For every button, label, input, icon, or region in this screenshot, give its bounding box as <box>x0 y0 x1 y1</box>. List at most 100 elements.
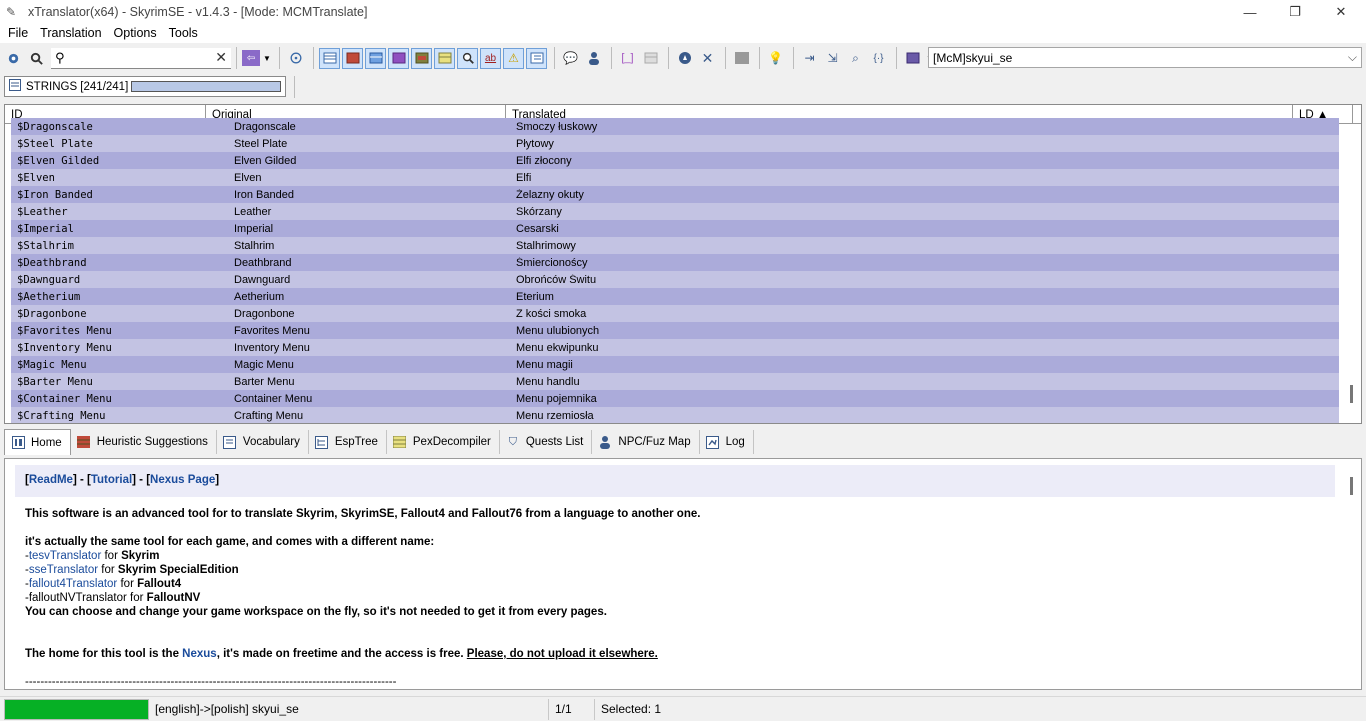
cell-translated: Smoczy łuskowy <box>516 120 598 133</box>
window-title: xTranslator(x64) - SkyrimSE - v1.4.3 - [… <box>28 5 368 19</box>
nexus-link[interactable]: Nexus <box>182 648 217 660</box>
brackets-icon[interactable]: [_] <box>617 48 638 69</box>
export-icon[interactable]: ⇥ <box>799 48 820 69</box>
table-row[interactable]: $Stalhrim Stalhrim Stalhrimowy <box>11 237 1339 254</box>
tab-log[interactable]: Log <box>700 430 754 454</box>
navigate-back-icon[interactable]: ⇦ <box>242 50 260 66</box>
tab-pexdecompiler[interactable]: PexDecompiler <box>387 430 500 454</box>
file-select-combo[interactable]: [McM]skyui_se ⌵ <box>928 47 1362 68</box>
chevron-down-icon[interactable]: ▼ <box>262 48 272 69</box>
tutorial-link[interactable]: Tutorial <box>91 474 132 486</box>
filter-translated-icon[interactable] <box>365 47 386 69</box>
tab-label: Heuristic Suggestions <box>96 436 208 448</box>
fallout4translator-link[interactable]: fallout4Translator <box>29 578 117 590</box>
strings-list-icon[interactable] <box>526 47 547 69</box>
search-input[interactable] <box>69 50 210 65</box>
table-row[interactable]: $Barter Menu Barter Menu Menu handlu <box>11 373 1339 390</box>
table-row[interactable]: $Leather Leather Skórzany <box>11 203 1339 220</box>
clear-search-icon[interactable]: ✕ <box>215 49 227 66</box>
divider-line: ----------------------------------------… <box>25 676 397 688</box>
tab-esptree[interactable]: EspTree <box>309 430 387 454</box>
tab-heuristic-suggestions[interactable]: Heuristic Suggestions <box>71 430 217 454</box>
table-row[interactable]: $Imperial Imperial Cesarski <box>11 220 1339 237</box>
cell-original: Aetherium <box>234 290 285 303</box>
image-icon[interactable] <box>902 48 923 69</box>
table-row[interactable]: $Crafting Menu Crafting Menu Menu rzemiosł… <box>11 407 1339 423</box>
warning-icon[interactable]: ⚠ <box>503 47 524 69</box>
cell-original: Container Menu <box>234 392 313 405</box>
filter-partial-icon[interactable] <box>388 47 409 69</box>
tab-quests-list[interactable]: ⛉ Quests List <box>500 430 593 454</box>
filter-locked-icon[interactable] <box>411 47 432 69</box>
home-info-text: The home for this tool is the Nexus, it'… <box>25 648 658 660</box>
strings-tab[interactable]: STRINGS [241/241] <box>4 76 287 97</box>
home-icon <box>11 436 25 450</box>
filter-untranslated-icon[interactable] <box>342 47 363 69</box>
tab-npc-fuz-map[interactable]: NPC/Fuz Map <box>592 430 700 454</box>
menu-options[interactable]: Options <box>108 25 163 42</box>
menu-tools[interactable]: Tools <box>163 25 204 42</box>
cell-translated: Elfi <box>516 171 532 184</box>
cell-id: $Steel Plate <box>17 137 93 150</box>
restore-button[interactable]: ❐ <box>1272 0 1318 24</box>
toolbar-separator <box>896 47 897 69</box>
code-icon[interactable]: {·} <box>868 48 889 69</box>
gear-icon[interactable] <box>3 48 24 69</box>
close-button[interactable]: ✕ <box>1318 0 1364 24</box>
cancel-icon[interactable]: ✕ <box>697 48 718 69</box>
table-row[interactable]: $Dragonbone Dragonbone Z kości smoka <box>11 305 1339 322</box>
menu-file[interactable]: File <box>2 25 34 42</box>
table-row[interactable]: $Elven Gilded Elven Gilded Elfi złocony <box>11 152 1339 169</box>
nexus-page-link[interactable]: Nexus Page <box>150 474 215 486</box>
table-row[interactable]: $Magic Menu Magic Menu Menu magii <box>11 356 1339 373</box>
table-row[interactable]: $Deathbrand Deathbrand Śmiercionoścy <box>11 254 1339 271</box>
cell-original: Leather <box>234 205 272 218</box>
cell-id: $Aetherium <box>17 290 81 303</box>
cell-translated: Elfi złocony <box>516 154 572 167</box>
search-options-icon[interactable] <box>26 48 47 69</box>
tab-home[interactable]: Home <box>4 429 71 455</box>
cell-translated: Menu rzemiosła <box>516 409 594 422</box>
find-icon[interactable] <box>457 47 478 69</box>
export-file-icon[interactable]: ⇲ <box>822 48 843 69</box>
table-row[interactable]: $Dawnguard Dawnguard Obrońców Świtu <box>11 271 1339 288</box>
comment-icon[interactable]: 💬 <box>560 48 581 69</box>
minimize-button[interactable]: — <box>1227 0 1273 24</box>
crosshair-icon[interactable] <box>285 48 306 69</box>
table-row[interactable]: $Favorites Menu Favorites Menu Menu ulubio… <box>11 322 1339 339</box>
tesvtranslator-link[interactable]: tesvTranslator <box>29 550 101 562</box>
menu-translation[interactable]: Translation <box>34 25 107 42</box>
toolbar-separator <box>611 47 612 69</box>
table-row[interactable]: $Elven Elven Elfi <box>11 169 1339 186</box>
user-icon[interactable] <box>583 48 604 69</box>
home-link-bar: [ReadMe] - [Tutorial] - [Nexus Page] <box>15 465 1335 497</box>
log-icon <box>706 435 720 449</box>
table-row[interactable]: $Container Menu Container Menu Menu pojemn… <box>11 390 1339 407</box>
home-text: This software is an advanced tool for to… <box>25 507 1325 689</box>
cell-original: Dragonbone <box>234 307 295 320</box>
table-row[interactable]: $Aetherium Aetherium Eterium <box>11 288 1339 305</box>
tool-name-line: -tesvTranslator for Skyrim <box>25 550 160 562</box>
strings-bar: STRINGS [241/241] <box>0 73 1366 100</box>
filter-all-icon[interactable] <box>319 47 340 69</box>
cell-translated: Żelazny okuty <box>516 188 584 201</box>
table-row[interactable]: $Inventory Menu Inventory Menu Menu ekwipu… <box>11 339 1339 356</box>
tool-name-line: -fallout4Translator for Fallout4 <box>25 578 182 590</box>
cell-translated: Skórzany <box>516 205 562 218</box>
compass-icon[interactable] <box>674 48 695 69</box>
table-row[interactable]: $Steel Plate Steel Plate Płytowy <box>11 135 1339 152</box>
home-content: [ReadMe] - [Tutorial] - [Nexus Page] Thi… <box>4 458 1362 690</box>
grid-scrollbar-thumb[interactable] <box>1350 385 1353 403</box>
table-row[interactable]: $Dragonscale Dragonscale Smoczy łuskowy <box>11 118 1339 135</box>
tab-vocabulary[interactable]: Vocabulary <box>217 430 309 454</box>
table-row[interactable]: $Iron Banded Iron Banded Żelazny okuty <box>11 186 1339 203</box>
content-scrollbar-thumb[interactable] <box>1350 477 1353 495</box>
readme-link[interactable]: ReadMe <box>29 474 73 486</box>
filter-validated-icon[interactable] <box>434 47 455 69</box>
cell-original: Elven Gilded <box>234 154 297 167</box>
cell-translated: Menu handlu <box>516 375 580 388</box>
spellcheck-icon[interactable]: ab <box>480 47 501 69</box>
ssetranslator-link[interactable]: sseTranslator <box>29 564 98 576</box>
toolbar-separator <box>725 47 726 69</box>
search-replace-icon[interactable]: ⌕ <box>845 48 866 69</box>
